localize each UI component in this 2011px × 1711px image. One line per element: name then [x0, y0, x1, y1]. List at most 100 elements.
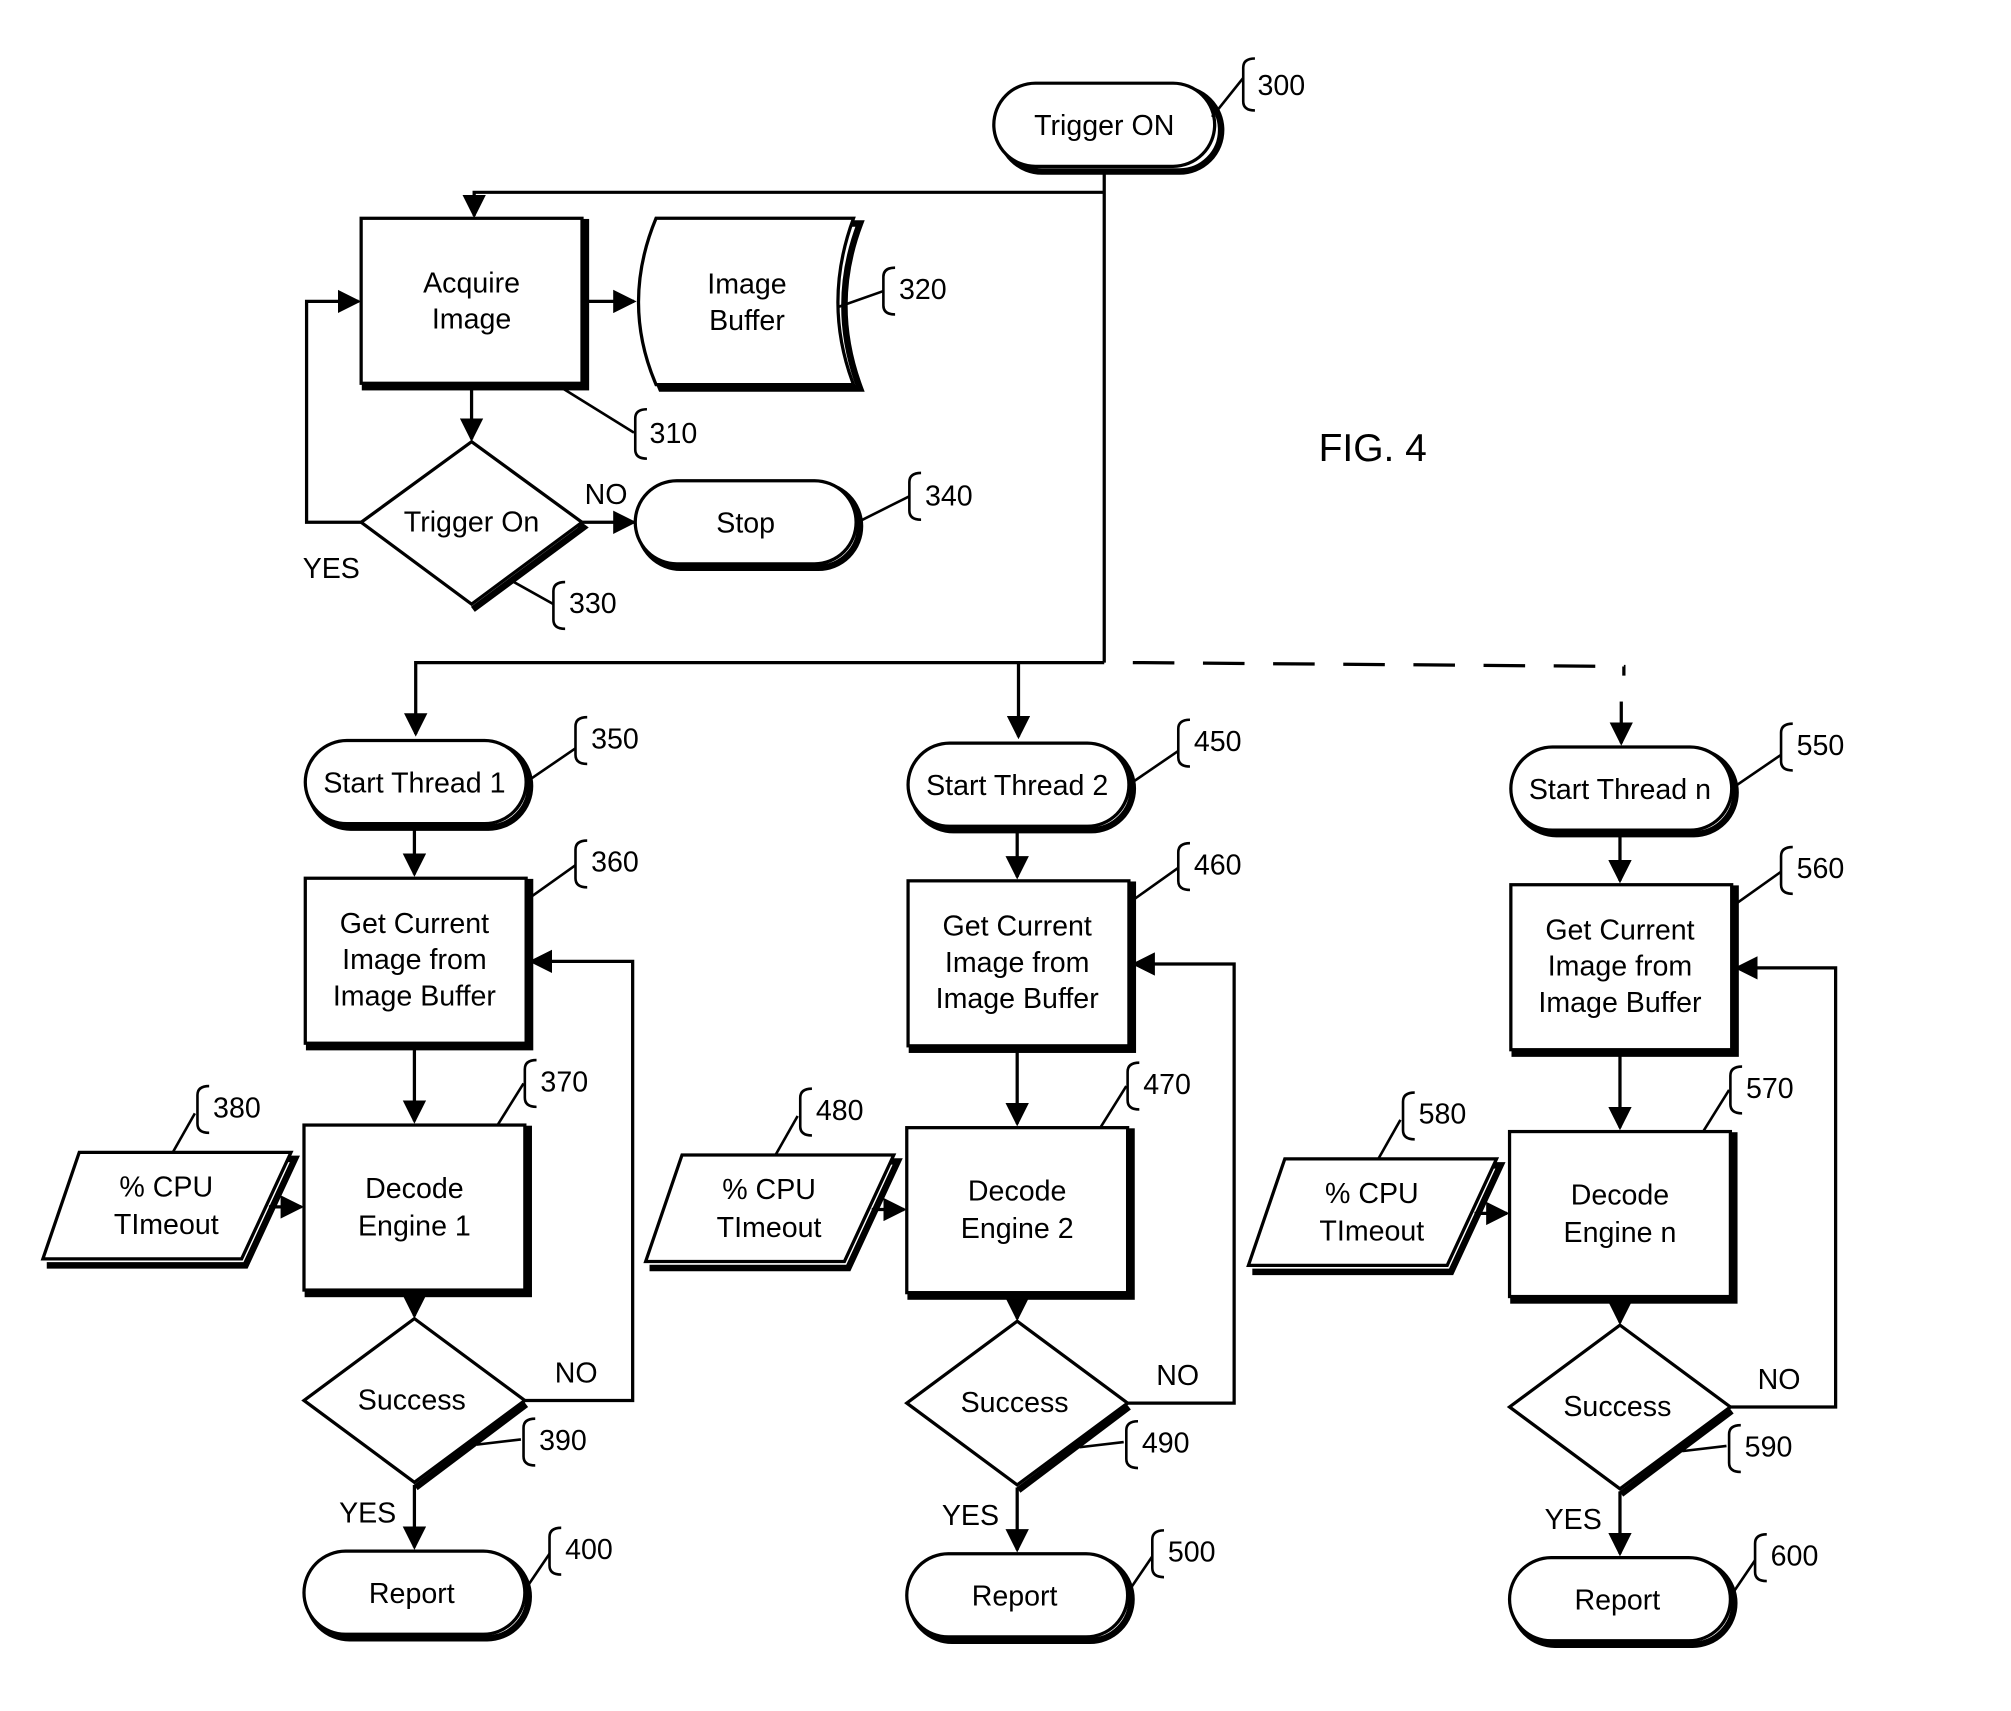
report-text: Report: [1574, 1585, 1660, 1617]
bracket-input-1: [196, 1084, 210, 1135]
no-label: NO: [1758, 1364, 1801, 1396]
thread-2-column: Start Thread 2 Get Current Image from Image…: [643, 741, 1236, 1645]
bracket-decision-1: [522, 1417, 536, 1467]
success-decision: Success: [1506, 1323, 1734, 1497]
thread-1-column: Start Thread 1 Get Current Image from Image…: [40, 738, 635, 1642]
success-decision: Success: [301, 1316, 529, 1491]
ref-300: 300: [1258, 70, 1306, 102]
bracket-get-image-2: [1176, 841, 1191, 892]
no-label-trigger: NO: [585, 479, 628, 511]
report-text: Report: [369, 1578, 455, 1610]
ref-report-2: 500: [1168, 1537, 1216, 1569]
no-loop-arrow: [1730, 956, 1838, 1409]
leader: [1730, 753, 1782, 790]
report-terminator: Report: [905, 1552, 1135, 1645]
yes-label: YES: [1545, 1504, 1602, 1536]
success-decision: Success: [904, 1319, 1131, 1493]
no-label: NO: [555, 1357, 598, 1389]
ref-330: 330: [569, 588, 617, 620]
report-terminator: Report: [302, 1549, 532, 1642]
get-current-image-box: Get Current Image from Image Buffer: [303, 876, 534, 1051]
leader: [1377, 1119, 1402, 1160]
get-image-line-1: Get Current: [340, 908, 489, 940]
get-image-line-3: Image Buffer: [1538, 987, 1702, 1019]
ref-start-3: 550: [1797, 730, 1845, 762]
yes-label: YES: [339, 1498, 396, 1530]
bracket-start-2: [1176, 718, 1191, 768]
no-loop-arrow: [524, 949, 635, 1403]
ref-input-3: 580: [1419, 1099, 1467, 1131]
leader-300: [1211, 77, 1245, 118]
success-text: Success: [358, 1385, 466, 1417]
report-text: Report: [972, 1581, 1058, 1613]
bracket-input-3: [1401, 1091, 1415, 1141]
ref-310: 310: [650, 418, 698, 450]
bracket-start-1: [574, 715, 588, 766]
input-line-2: TImeout: [114, 1209, 219, 1241]
ref-start-1: 350: [591, 723, 639, 755]
bracket-get-image-1: [574, 839, 588, 889]
bracket-decode-2: [1126, 1061, 1140, 1111]
bracket-report-3: [1753, 1532, 1767, 1583]
bracket-310: [633, 407, 647, 460]
start-thread-terminator: Start Thread 2: [906, 741, 1137, 834]
bracket-340: [908, 471, 922, 521]
leader: [1128, 749, 1180, 786]
bracket-300: [1241, 57, 1255, 112]
acquire-image-line-1: Acquire: [423, 267, 520, 299]
bracket-report-2: [1150, 1529, 1165, 1579]
flowchart: FIG. 4 Trigger ON 300 Acquire Image 310 …: [40, 57, 1845, 1648]
get-image-line-2: Image from: [342, 944, 487, 976]
get-image-line-1: Get Current: [943, 910, 1092, 942]
get-image-line-3: Image Buffer: [333, 981, 497, 1013]
bracket-decision-3: [1727, 1423, 1741, 1474]
bracket-get-image-3: [1779, 845, 1793, 896]
image-buffer-line-2: Buffer: [709, 305, 785, 337]
bracket-decode-3: [1729, 1065, 1743, 1115]
leader: [1126, 1555, 1154, 1594]
yes-label: YES: [942, 1500, 999, 1532]
decode-line-2: Engine n: [1564, 1217, 1677, 1249]
ref-start-2: 450: [1194, 726, 1242, 758]
start-thread-text: Start Thread 1: [323, 767, 505, 799]
yes-label-trigger: YES: [303, 553, 360, 585]
figure-label: FIG. 4: [1319, 427, 1427, 470]
leader-340: [856, 495, 910, 524]
no-loop-arrow: [1127, 952, 1236, 1405]
ref-input-1: 380: [213, 1092, 261, 1124]
get-image-line-1: Get Current: [1545, 914, 1694, 946]
cpu-timeout-input: % CPU TImeout: [643, 1153, 903, 1272]
trigger-on-decision: Trigger On: [358, 439, 589, 612]
cpu-timeout-input: % CPU TImeout: [40, 1150, 300, 1269]
cpu-timeout-input: % CPU TImeout: [1246, 1157, 1506, 1276]
ref-input-2: 480: [816, 1095, 864, 1127]
decode-line-1: Decode: [968, 1175, 1067, 1207]
success-text: Success: [961, 1387, 1069, 1419]
input-line-1: % CPU: [119, 1172, 213, 1204]
yes-loop-arrow: [304, 289, 362, 524]
input-line-1: % CPU: [1325, 1178, 1419, 1210]
get-image-line-2: Image from: [945, 947, 1090, 979]
leader: [1730, 870, 1782, 908]
leader: [1099, 1085, 1128, 1129]
input-line-1: % CPU: [722, 1174, 816, 1206]
bracket-320: [882, 266, 896, 316]
stop-terminator: Stop: [633, 479, 864, 571]
decode-engine-box: Decode Engine 2: [905, 1126, 1135, 1300]
trigger-on-text: Trigger ON: [1034, 110, 1174, 142]
no-label: NO: [1156, 1360, 1199, 1392]
decode-engine-box: Decode Engine n: [1507, 1129, 1738, 1304]
ref-decode-3: 570: [1746, 1073, 1794, 1105]
bracket-start-3: [1779, 722, 1793, 772]
ref-decision-1: 390: [539, 1425, 587, 1457]
bracket-330: [552, 580, 566, 631]
ref-get-image-2: 460: [1194, 849, 1242, 881]
leader: [523, 1553, 551, 1591]
decode-line-1: Decode: [1571, 1179, 1670, 1211]
acquire-image-line-2: Image: [432, 304, 511, 336]
branch-to-thread-n-dashed: [1132, 660, 1626, 676]
ref-get-image-1: 360: [591, 847, 639, 879]
bracket-decision-2: [1125, 1419, 1139, 1470]
leader: [496, 1082, 525, 1126]
bracket-input-2: [798, 1087, 812, 1137]
